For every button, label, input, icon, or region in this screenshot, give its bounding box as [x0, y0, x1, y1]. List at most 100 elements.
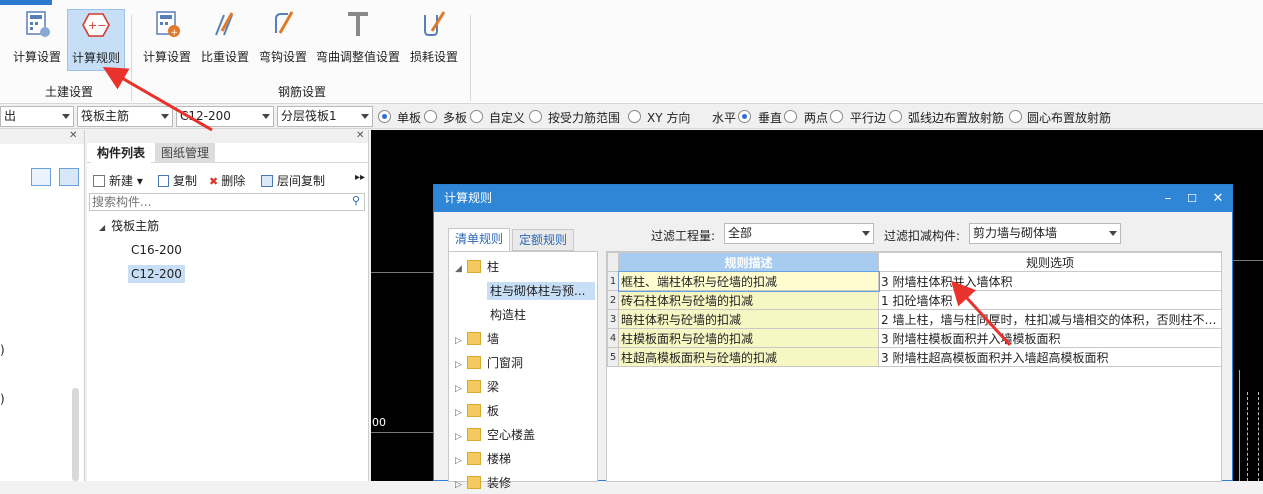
grid-view-icon[interactable]: [59, 168, 79, 186]
canvas-line: [371, 432, 433, 433]
civil-group-label: 土建设置: [45, 85, 94, 99]
ribbon-group-separator: [470, 15, 471, 101]
left-panel-mark: ): [0, 343, 5, 357]
member-value: C12-200: [180, 109, 231, 123]
loss-settings-icon: [424, 11, 446, 36]
tree-node-hollow-floor[interactable]: ▷ 空心楼盖: [455, 426, 535, 444]
rule-desc-cell[interactable]: 暗柱体积与砼墙的扣减: [618, 309, 879, 329]
rebar-calc-settings-button[interactable]: + 计算设置: [140, 9, 194, 71]
copy-icon: [158, 175, 169, 187]
rule-desc-cell[interactable]: 柱超高模板面积与砼墙的扣减: [618, 347, 879, 367]
close-icon[interactable]: ✕: [356, 130, 364, 141]
member-list-panel: ✕ 构件列表 图纸管理 新建 ▾ 复制 ✖删除 层间复制 ▸▸ ⚲ ◢筏板主筋 …: [87, 130, 369, 481]
col-header-option[interactable]: 规则选项: [878, 252, 1222, 272]
minimize-icon[interactable]: –: [1156, 185, 1180, 212]
chevron-down-icon: [361, 114, 369, 119]
tab-quota-rules[interactable]: 定额规则: [512, 229, 575, 251]
tree-node-column-masonry[interactable]: 柱与砌体柱与预...: [487, 282, 595, 300]
radio-by-force-range[interactable]: [529, 110, 542, 123]
hook-settings-button[interactable]: 弯钩设置: [256, 9, 310, 71]
list-view-icon[interactable]: [31, 168, 51, 186]
tree-node-column[interactable]: ◢ 柱: [455, 258, 499, 276]
filter-qty-combo[interactable]: 全部: [724, 223, 874, 244]
table-row[interactable]: 5 柱超高模板面积与砼墙的扣减 3 附墙柱超高模板面积并入墙超高模板面积: [607, 347, 1222, 367]
loss-settings-button[interactable]: 损耗设置: [406, 9, 462, 71]
search-box[interactable]: ⚲: [89, 193, 365, 211]
radio-horizontal[interactable]: [738, 110, 751, 123]
tab-drawing-manage[interactable]: 图纸管理: [155, 143, 216, 163]
radio-xy-direction[interactable]: [628, 110, 641, 123]
close-icon[interactable]: ✕: [69, 130, 77, 141]
bend-adjust-button[interactable]: 弯曲调整值设置: [314, 9, 402, 71]
tree-item-c16[interactable]: C16-200: [131, 241, 182, 259]
layer-combo[interactable]: 出: [0, 106, 74, 127]
vertical-scrollbar[interactable]: [72, 388, 79, 481]
member-combo[interactable]: C12-200: [176, 106, 274, 127]
tree-node-decoration[interactable]: ▷ 装修: [455, 474, 511, 492]
tree-node-slab[interactable]: ▷ 板: [455, 402, 499, 420]
new-button[interactable]: 新建 ▾: [93, 172, 143, 189]
table-row[interactable]: 1 框柱、端柱体积与砼墙的扣减 3 附墙柱体积并入墙体积: [607, 270, 1222, 292]
search-icon[interactable]: ⚲: [352, 194, 360, 207]
civil-calc-settings-button[interactable]: 计算设置: [10, 9, 64, 71]
bend-adjust-icon: [348, 12, 368, 36]
table-row[interactable]: 3 暗柱体积与砼墙的扣减 2 墙上柱，墙与柱同厚时，柱扣减与墙相交的体积，否则柱…: [607, 309, 1222, 329]
delete-button-label: 删除: [221, 174, 246, 188]
rebar-group-label: 钢筋设置: [278, 85, 327, 99]
radio-custom-label: 自定义: [489, 111, 526, 125]
tree-item-c12[interactable]: C12-200: [128, 265, 185, 283]
rule-desc-cell[interactable]: 柱模板面积与砼墙的扣减: [618, 328, 879, 348]
tree-root-raft-rebar[interactable]: ◢ 筏板主筋: [99, 217, 159, 235]
delete-button[interactable]: ✖ 删除: [209, 172, 245, 189]
canvas-line: [371, 272, 433, 273]
rule-option-cell[interactable]: 2 墙上柱，墙与柱同厚时，柱扣减与墙相交的体积，否则柱不…: [878, 309, 1222, 329]
chevron-down-icon: [1109, 231, 1117, 236]
density-settings-label: 比重设置: [200, 50, 249, 64]
radio-parallel-edge-label: 平行边: [850, 111, 887, 125]
filter-qty-label: 过滤工程量:: [651, 229, 716, 243]
rule-desc-cell[interactable]: 砖石柱体积与砼墙的扣减: [618, 290, 879, 310]
more-actions-icon[interactable]: ▸▸: [355, 172, 365, 183]
rule-option-cell[interactable]: 3 附墙柱体积并入墙体积: [878, 271, 1222, 291]
rule-option-cell[interactable]: 3 附墙柱模板面积并入墙模板面积: [878, 328, 1222, 348]
canvas-line: [1247, 392, 1259, 481]
rule-option-cell[interactable]: 3 附墙柱超高模板面积并入墙超高模板面积: [878, 347, 1222, 367]
member-type-combo[interactable]: 筏板主筋: [77, 106, 173, 127]
maximize-icon[interactable]: ☐: [1180, 185, 1204, 212]
tree-node-door-window[interactable]: ▷ 门窗洞: [455, 354, 523, 372]
col-header-desc[interactable]: 规则描述: [618, 252, 879, 272]
radio-single-plate[interactable]: [378, 110, 391, 123]
radio-arc-edge-radial[interactable]: [1009, 110, 1022, 123]
radio-parallel-edge[interactable]: [889, 110, 902, 123]
drawing-toolbar: 出 筏板主筋 C12-200 分层筏板1 单板 多板 自定义 按受力筋范围 XY…: [0, 105, 1263, 129]
radio-vertical[interactable]: [784, 110, 797, 123]
tab-bill-rules[interactable]: 清单规则: [448, 228, 511, 252]
rule-option-cell[interactable]: 1 扣砼墙体积: [878, 290, 1222, 310]
radio-custom[interactable]: [470, 110, 483, 123]
rule-desc-cell[interactable]: 框柱、端柱体积与砼墙的扣减: [617, 270, 880, 292]
copy-button-label: 复制: [173, 174, 198, 188]
table-row[interactable]: 4 柱模板面积与砼墙的扣减 3 附墙柱模板面积并入墙模板面积: [607, 328, 1222, 348]
collapse-arrow-icon: ▷: [455, 384, 462, 394]
tree-node-wall[interactable]: ▷ 墙: [455, 330, 499, 348]
tab-member-list[interactable]: 构件列表: [91, 143, 152, 163]
density-settings-button[interactable]: 比重设置: [198, 9, 252, 71]
table-row[interactable]: 2 砖石柱体积与砼墙的扣减 1 扣砼墙体积: [607, 290, 1222, 310]
raft-layer-combo[interactable]: 分层筏板1: [277, 106, 373, 127]
expand-arrow-icon: ◢: [455, 264, 462, 274]
copy-between-floors-button[interactable]: 层间复制: [261, 172, 325, 189]
close-icon[interactable]: ✕: [1206, 185, 1230, 212]
row-number: 2: [607, 290, 619, 310]
bend-adjust-label: 弯曲调整值设置: [315, 50, 400, 64]
search-input[interactable]: [90, 194, 340, 210]
row-number: 5: [607, 347, 619, 367]
tree-node-construct-column[interactable]: 构造柱: [490, 306, 526, 324]
copy-button[interactable]: 复制: [158, 172, 197, 189]
tree-node-stairs[interactable]: ▷ 楼梯: [455, 450, 511, 468]
dialog-title-bar: 计算规则: [434, 185, 1232, 212]
civil-calc-rules-button[interactable]: +− 计算规则: [67, 9, 125, 71]
radio-two-points[interactable]: [830, 110, 843, 123]
radio-multi-plate[interactable]: [424, 110, 437, 123]
filter-member-combo[interactable]: 剪力墙与砌体墙: [969, 223, 1121, 244]
tree-node-beam[interactable]: ▷ 梁: [455, 378, 499, 396]
